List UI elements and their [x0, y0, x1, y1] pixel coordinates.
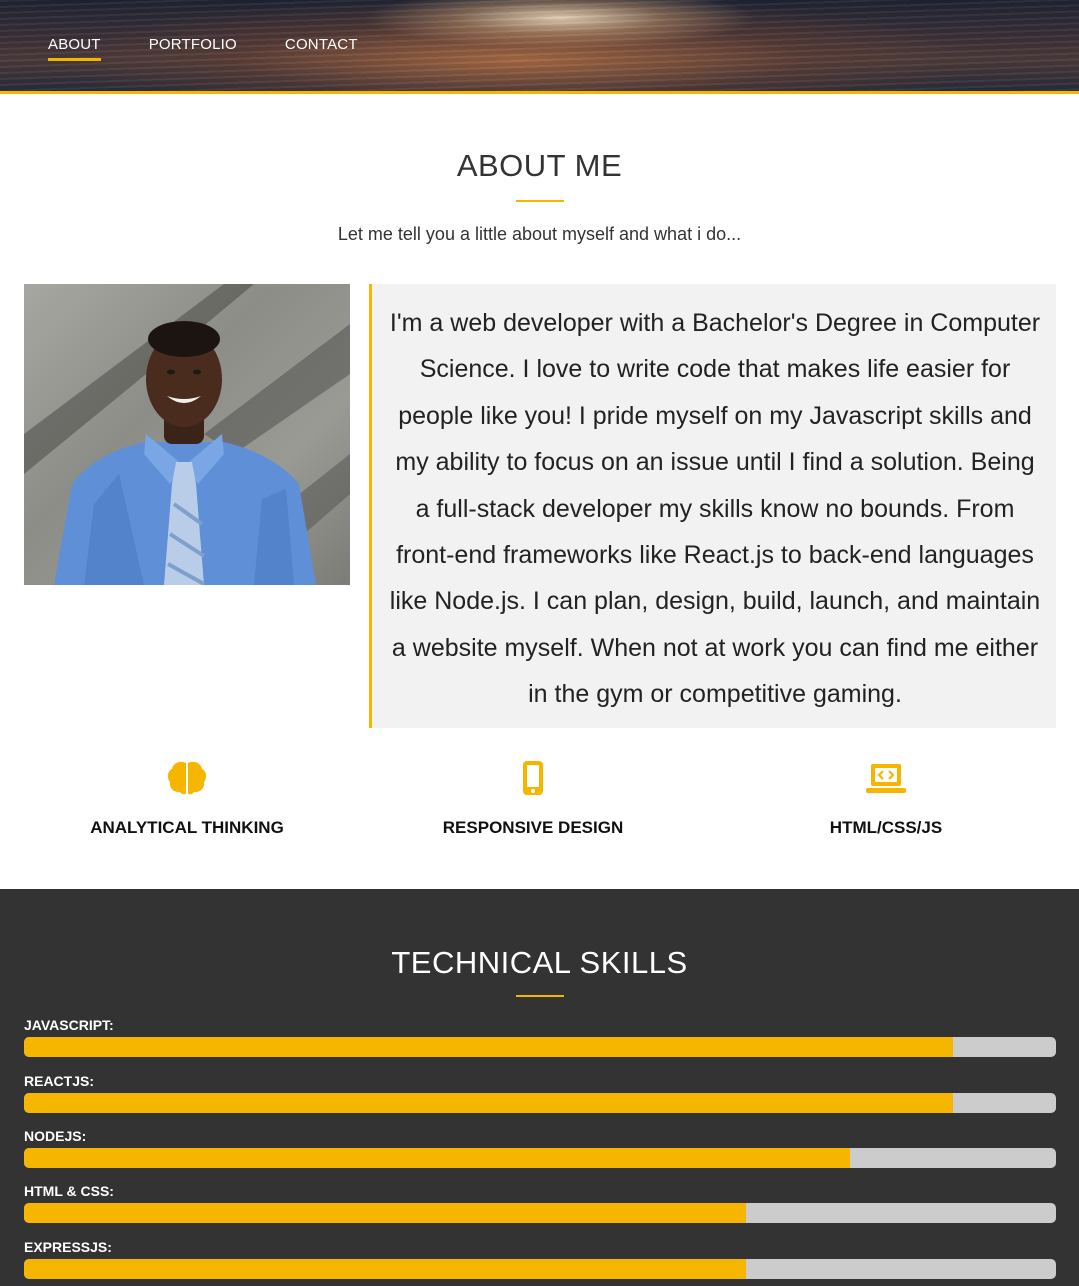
feature-responsive-design: RESPONSIVE DESIGN: [368, 758, 698, 838]
profile-photo: [24, 284, 350, 585]
skill-progress-fill: [24, 1037, 953, 1057]
skill-label: HTML & CSS:: [24, 1183, 114, 1199]
nav-item-portfolio[interactable]: PORTFOLIO: [149, 36, 237, 61]
technical-skills-section: TECHNICAL SKILLS JAVASCRIPT: REACTJS: NO…: [0, 889, 1079, 1286]
about-subtitle: Let me tell you a little about myself an…: [337, 224, 742, 244]
skill-progress-fill: [24, 1148, 850, 1168]
laptop-code-icon: [721, 758, 1051, 798]
about-title-underline: [516, 200, 564, 202]
skill-html-css: HTML & CSS:: [24, 1183, 1056, 1223]
profile-photo-illustration: [24, 284, 350, 585]
skill-progress-bar: [24, 1148, 1056, 1168]
feature-label: RESPONSIVE DESIGN: [442, 818, 624, 837]
skill-label: JAVASCRIPT:: [24, 1017, 114, 1033]
feature-label: ANALYTICAL THINKING: [90, 818, 284, 837]
skill-label: REACTJS:: [24, 1073, 95, 1089]
skill-label: NODEJS:: [24, 1128, 87, 1144]
skill-progress-fill: [24, 1093, 953, 1113]
skill-progress-bar: [24, 1203, 1056, 1223]
skill-progress-bar: [24, 1037, 1056, 1057]
skills-title-underline: [516, 995, 564, 997]
skill-progress-bar: [24, 1093, 1056, 1113]
bio-text-box: I'm a web developer with a Bachelor's De…: [369, 284, 1056, 728]
feature-label: HTML/CSS/JS: [829, 818, 943, 837]
bio-text: I'm a web developer with a Bachelor's De…: [389, 309, 1041, 709]
nav-item-contact[interactable]: CONTACT: [285, 36, 358, 61]
feature-html-css-js: HTML/CSS/JS: [721, 758, 1051, 838]
mobile-phone-icon: [368, 758, 698, 798]
skill-progress-fill: [24, 1259, 747, 1279]
skill-progress-bar: [24, 1259, 1056, 1279]
site-header: ABOUT PORTFOLIO CONTACT: [0, 0, 1079, 94]
skill-nodejs: NODEJS:: [24, 1128, 1056, 1168]
feature-analytical-thinking: ANALYTICAL THINKING: [22, 758, 352, 838]
about-title: ABOUT ME: [456, 148, 623, 183]
skill-reactjs: REACTJS:: [24, 1073, 1056, 1113]
skill-javascript: JAVASCRIPT:: [24, 1017, 1056, 1057]
skill-expressjs: EXPRESSJS:: [24, 1239, 1056, 1279]
main-nav: ABOUT PORTFOLIO CONTACT: [48, 36, 406, 61]
skill-progress-fill: [24, 1203, 747, 1223]
skill-label: EXPRESSJS:: [24, 1239, 112, 1255]
nav-item-about[interactable]: ABOUT: [48, 36, 101, 61]
skills-title: TECHNICAL SKILLS: [391, 945, 688, 980]
brain-icon: [22, 758, 352, 798]
